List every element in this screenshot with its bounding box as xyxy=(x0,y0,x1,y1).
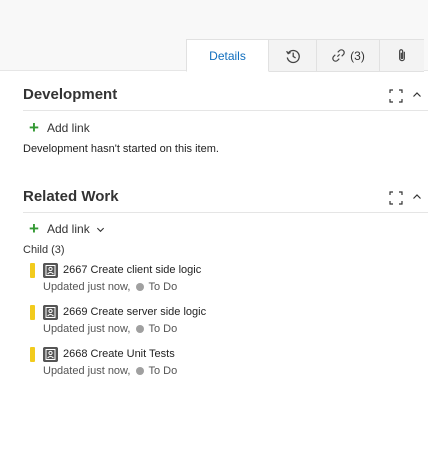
work-item-type-bar xyxy=(30,263,35,278)
work-item-title: Create Unit Tests xyxy=(90,348,175,360)
development-add-link-label: Add link xyxy=(47,121,90,135)
tab-links-count: (3) xyxy=(350,48,365,63)
work-item-type-bar xyxy=(30,305,35,320)
work-item-state: To Do xyxy=(148,281,178,293)
tab-attachments[interactable] xyxy=(380,39,424,72)
expand-icon[interactable] xyxy=(389,191,403,205)
work-item-updated: Updated just now, xyxy=(43,365,131,377)
child-group-label: Child (3) xyxy=(23,244,65,256)
tab-details[interactable]: Details xyxy=(186,39,269,72)
related-work-title: Related Work xyxy=(23,188,119,205)
work-item-title-link[interactable]: 2667 Create client side logic xyxy=(63,263,201,278)
development-section: Development + Add link Development hasn'… xyxy=(23,85,428,165)
work-item-meta: Updated just now, To Do xyxy=(43,280,177,294)
state-dot-icon xyxy=(136,325,145,333)
list-item[interactable]: 2668 Create Unit Tests Updated just now,… xyxy=(30,347,410,379)
work-item-title-link[interactable]: 2669 Create server side logic xyxy=(63,305,206,320)
task-icon xyxy=(43,263,58,278)
tab-history[interactable] xyxy=(269,39,317,72)
plus-icon: + xyxy=(29,219,39,238)
chevron-up-icon[interactable] xyxy=(412,90,422,100)
task-icon xyxy=(43,305,58,320)
work-item-meta: Updated just now, To Do xyxy=(43,364,177,378)
work-item-state: To Do xyxy=(148,365,178,377)
work-item-title: Create server side logic xyxy=(90,306,207,318)
work-item-state: To Do xyxy=(148,323,178,335)
work-item-title-link[interactable]: 2668 Create Unit Tests xyxy=(63,347,175,362)
history-icon xyxy=(285,49,300,63)
chevron-down-icon xyxy=(96,227,104,232)
work-item-type-bar xyxy=(30,347,35,362)
state-dot-icon xyxy=(136,367,145,375)
development-title: Development xyxy=(23,86,118,103)
work-item-updated: Updated just now, xyxy=(43,281,131,293)
paperclip-icon xyxy=(399,49,405,62)
work-item-title: Create client side logic xyxy=(90,264,202,276)
development-empty-message: Development hasn't started on this item. xyxy=(23,143,219,155)
development-header: Development xyxy=(23,85,428,111)
list-item[interactable]: 2667 Create client side logic Updated ju… xyxy=(30,263,410,295)
work-item-id: 2669 xyxy=(63,306,88,318)
work-item-meta: Updated just now, To Do xyxy=(43,322,177,336)
tab-links[interactable]: (3) xyxy=(317,39,380,72)
related-work-section: Related Work + Add link Child (3) 2667 C… xyxy=(23,187,428,387)
related-work-add-link-button[interactable]: + Add link xyxy=(27,219,105,238)
plus-icon: + xyxy=(29,118,39,137)
development-add-link-button[interactable]: + Add link xyxy=(27,118,90,137)
list-item[interactable]: 2669 Create server side logic Updated ju… xyxy=(30,305,410,337)
tab-details-label: Details xyxy=(209,48,246,63)
task-icon xyxy=(43,347,58,362)
work-item-id: 2667 xyxy=(63,264,88,276)
related-work-header: Related Work xyxy=(23,187,428,213)
chevron-up-icon[interactable] xyxy=(412,192,422,202)
state-dot-icon xyxy=(136,283,145,291)
work-item-updated: Updated just now, xyxy=(43,323,131,335)
link-icon xyxy=(332,49,345,62)
related-work-add-link-label: Add link xyxy=(47,222,90,236)
expand-icon[interactable] xyxy=(389,89,403,103)
work-item-form: Details (3) Development + Add link Devel… xyxy=(0,0,428,455)
work-item-id: 2668 xyxy=(63,348,88,360)
tab-strip: Details (3) xyxy=(186,39,424,72)
